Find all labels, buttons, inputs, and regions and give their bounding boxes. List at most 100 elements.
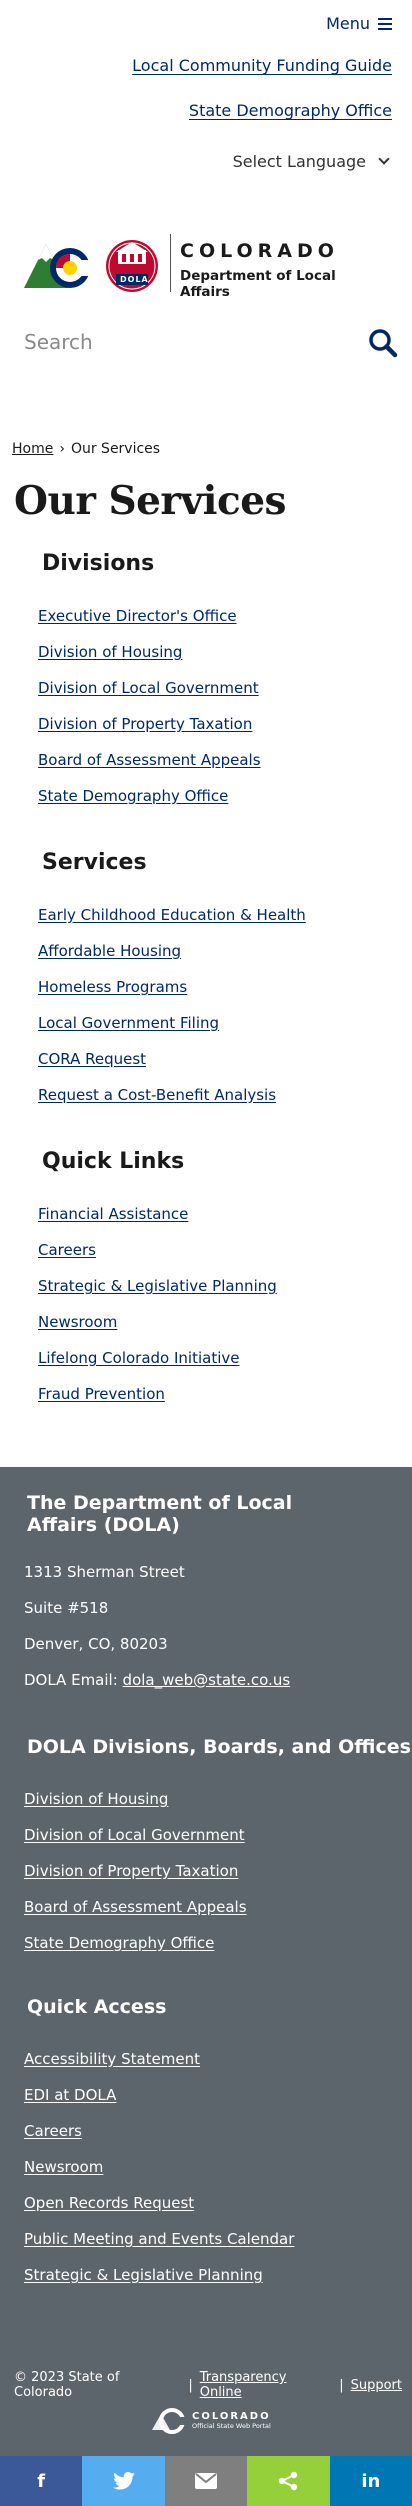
quick-link[interactable]: Fraud Prevention: [38, 1385, 165, 1403]
logo-colorado-text: COLORADO: [180, 240, 339, 262]
list-item: Open Records Request: [24, 2193, 294, 2229]
linkedin-share-button[interactable]: in: [329, 2456, 412, 2506]
list-item: Request a Cost-Benefit Analysis: [38, 1085, 306, 1121]
divisions-list: Executive Director's Office Division of …: [38, 606, 261, 822]
hamburger-icon: [378, 17, 392, 30]
transparency-online-link[interactable]: Transparency Online: [200, 2370, 333, 2400]
list-item: Strategic & Legislative Planning: [24, 2265, 294, 2301]
dola-badge-text: DOLA: [120, 275, 149, 284]
divisions-link[interactable]: Division of Property Taxation: [38, 715, 252, 733]
footer-divisions-heading: DOLA Divisions, Boards, and Offices: [27, 1736, 411, 1758]
footer-division-link[interactable]: Division of Property Taxation: [24, 1862, 238, 1880]
footer-quick-link[interactable]: Strategic & Legislative Planning: [24, 2266, 263, 2284]
footer-quick-heading: Quick Access: [27, 1996, 167, 2018]
twitter-share-button[interactable]: [82, 2456, 165, 2506]
footer-email-label: DOLA Email:: [24, 1671, 118, 1689]
list-item: Division of Housing: [38, 642, 261, 678]
list-item: Fraud Prevention: [38, 1384, 277, 1420]
services-link[interactable]: Local Government Filing: [38, 1014, 219, 1032]
footer-quick-link[interactable]: EDI at DOLA: [24, 2086, 116, 2104]
breadcrumb-home[interactable]: Home: [12, 441, 53, 457]
colorado-c-logo-icon: [152, 2408, 186, 2434]
list-item: Careers: [24, 2121, 294, 2157]
footer-division-link[interactable]: Division of Housing: [24, 1790, 168, 1808]
colorado-portal-logo[interactable]: COLORADO Official State Web Portal: [152, 2406, 271, 2434]
quick-link[interactable]: Financial Assistance: [38, 1205, 188, 1223]
list-item: Accessibility Statement: [24, 2049, 294, 2085]
divisions-link[interactable]: State Demography Office: [38, 787, 228, 805]
footer-quick-link[interactable]: Accessibility Statement: [24, 2050, 200, 2068]
quick-links-heading: Quick Links: [42, 1149, 185, 1174]
services-link[interactable]: CORA Request: [38, 1050, 146, 1068]
page-title: Our Services: [14, 478, 286, 524]
list-item: Division of Property Taxation: [38, 714, 261, 750]
local-community-funding-guide-link[interactable]: Local Community Funding Guide: [132, 56, 392, 75]
list-item: Strategic & Legislative Planning: [38, 1276, 277, 1312]
twitter-icon: [112, 2472, 135, 2490]
list-item: Division of Housing: [24, 1789, 247, 1825]
list-item: Careers: [38, 1240, 277, 1276]
dola-logo[interactable]: DOLA COLORADO Department of Local Affair…: [24, 230, 390, 300]
list-item: Newsroom: [24, 2157, 294, 2193]
breadcrumb-current: Our Services: [70, 441, 161, 457]
footer-division-link[interactable]: State Demography Office: [24, 1934, 214, 1952]
footer-quick-link[interactable]: Careers: [24, 2122, 82, 2140]
divisions-link[interactable]: Board of Assessment Appeals: [38, 751, 261, 769]
search-button[interactable]: [368, 328, 398, 358]
list-item: State Demography Office: [38, 786, 261, 822]
share-icon: [279, 2471, 298, 2491]
site-footer: The Department of Local Affairs (DOLA) 1…: [0, 1467, 412, 2456]
list-item: Homeless Programs: [38, 977, 306, 1013]
email-share-button[interactable]: [164, 2456, 248, 2506]
support-link[interactable]: Support: [351, 2378, 402, 2393]
logo-divider: [170, 234, 171, 292]
search-icon: [369, 329, 398, 358]
list-item: Division of Local Government: [24, 1825, 247, 1861]
list-item: Public Meeting and Events Calendar: [24, 2229, 294, 2265]
divisions-link[interactable]: Division of Housing: [38, 643, 182, 661]
footer-address-line3: Denver, CO, 80203: [24, 1635, 168, 1653]
language-select[interactable]: Select Language: [233, 152, 390, 171]
services-link[interactable]: Request a Cost-Benefit Analysis: [38, 1086, 276, 1104]
list-item: Lifelong Colorado Initiative: [38, 1348, 277, 1384]
menu-button[interactable]: Menu: [326, 14, 392, 33]
footer-org-heading: The Department of Local Affairs (DOLA): [27, 1492, 293, 1536]
divisions-link[interactable]: Division of Local Government: [38, 679, 259, 697]
list-item: Board of Assessment Appeals: [38, 750, 261, 786]
facebook-share-button[interactable]: f: [0, 2456, 83, 2506]
footer-address-line2: Suite #518: [24, 1599, 109, 1617]
footer-quick-link[interactable]: Newsroom: [24, 2158, 103, 2176]
search-input[interactable]: [24, 330, 324, 354]
list-item: EDI at DOLA: [24, 2085, 294, 2121]
list-item: Early Childhood Education & Health: [38, 905, 306, 941]
quick-link[interactable]: Lifelong Colorado Initiative: [38, 1349, 240, 1367]
breadcrumb-separator: ›: [59, 441, 65, 457]
list-item: Financial Assistance: [38, 1204, 277, 1240]
copyright-separator: |: [339, 2377, 344, 2393]
facebook-icon: f: [37, 2470, 46, 2492]
share-bar: f in: [0, 2456, 412, 2506]
footer-quick-link[interactable]: Open Records Request: [24, 2194, 194, 2212]
copyright-text: © 2023 State of Colorado: [14, 2370, 120, 2400]
linkedin-icon: in: [361, 2470, 381, 2492]
list-item: CORA Request: [38, 1049, 306, 1085]
services-link[interactable]: Early Childhood Education & Health: [38, 906, 306, 924]
footer-division-link[interactable]: Division of Local Government: [24, 1826, 245, 1844]
quick-link[interactable]: Careers: [38, 1241, 96, 1259]
footer-quick-link[interactable]: Public Meeting and Events Calendar: [24, 2230, 294, 2248]
quick-link[interactable]: Newsroom: [38, 1313, 117, 1331]
share-button[interactable]: [247, 2456, 330, 2506]
footer-division-link[interactable]: Board of Assessment Appeals: [24, 1898, 247, 1916]
state-demography-office-link[interactable]: State Demography Office: [189, 101, 392, 120]
list-item: Executive Director's Office: [38, 606, 261, 642]
quick-link[interactable]: Strategic & Legislative Planning: [38, 1277, 277, 1295]
services-link[interactable]: Affordable Housing: [38, 942, 181, 960]
portal-subtitle: Official State Web Portal: [192, 2421, 271, 2430]
services-link[interactable]: Homeless Programs: [38, 978, 187, 996]
services-heading: Services: [42, 850, 147, 875]
footer-email-link[interactable]: dola_web@state.co.us: [123, 1671, 291, 1689]
email-icon: [195, 2473, 218, 2489]
footer-email-row: DOLA Email: dola_web@state.co.us: [24, 1671, 290, 1689]
divisions-link[interactable]: Executive Director's Office: [38, 607, 237, 625]
chevron-down-icon: [378, 153, 390, 165]
